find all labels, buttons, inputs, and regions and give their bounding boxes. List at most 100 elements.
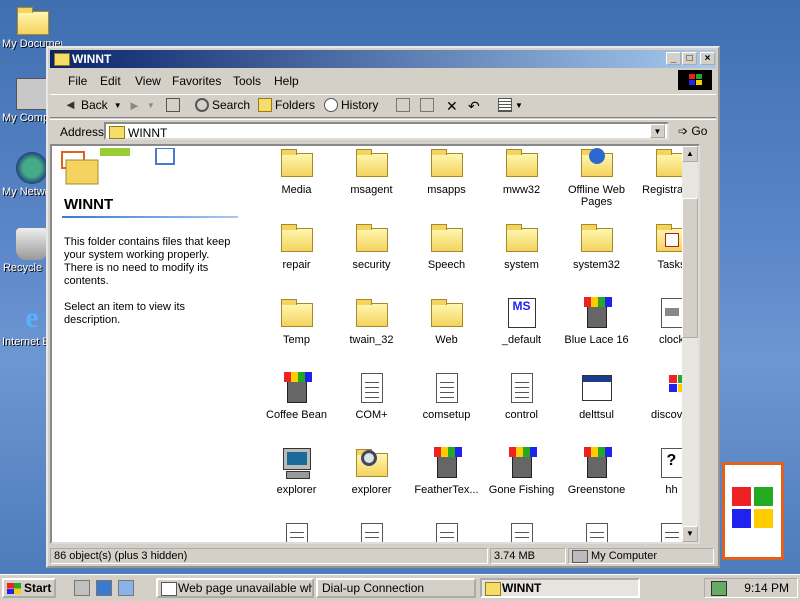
copy-to-button[interactable] (420, 98, 437, 112)
menu-help[interactable]: Help (274, 74, 299, 88)
go-button[interactable]: ➩ Go (678, 124, 707, 138)
explorer-window: WINNT _ □ × File Edit View Favorites Too… (46, 46, 720, 568)
file-item[interactable]: COM+ (334, 371, 409, 421)
file-item[interactable]: twain_32 (334, 296, 409, 346)
file-item[interactable]: mww32 (484, 146, 559, 196)
taskbar-button-dialup[interactable]: Dial-up Connection (316, 578, 476, 598)
file-item[interactable]: security (334, 221, 409, 271)
menu-file[interactable]: File (68, 74, 87, 88)
menu-favorites[interactable]: Favorites (172, 74, 221, 88)
vertical-scrollbar[interactable]: ▲ ▼ (682, 146, 698, 542)
start-button[interactable]: Start (2, 578, 56, 598)
file-item-label: Coffee Bean (266, 409, 327, 421)
forward-dropdown-icon[interactable]: ▼ (147, 101, 155, 110)
file-item[interactable]: system32 (559, 221, 634, 271)
undo-button[interactable]: ↶ (468, 98, 480, 115)
minimize-button[interactable]: _ (666, 52, 681, 65)
search-button[interactable]: Search (195, 98, 250, 112)
address-value: WINNT (128, 126, 168, 140)
folder-icon (109, 126, 125, 139)
file-item[interactable]: explorer (334, 446, 409, 496)
address-bar: Address WINNT ▼ ➩ Go (50, 119, 716, 142)
menu-edit[interactable]: Edit (100, 74, 121, 88)
back-dropdown-icon[interactable]: ▼ (114, 101, 122, 110)
folder-icon (580, 221, 614, 255)
desktop-icon-my-documents[interactable]: My Documents (2, 4, 62, 50)
file-item[interactable]: Speech (409, 221, 484, 271)
views-button[interactable]: ▼ (498, 98, 523, 112)
search-folder-icon (355, 446, 389, 480)
status-size: 3.74 MB (490, 548, 566, 564)
document-icon (430, 521, 464, 542)
up-folder-icon (166, 98, 180, 112)
show-desktop-icon[interactable] (74, 580, 90, 596)
file-item[interactable]: Temp (259, 296, 334, 346)
network-tray-icon[interactable] (711, 581, 727, 596)
internet-explorer-icon[interactable] (96, 580, 112, 596)
outlook-express-icon[interactable] (118, 580, 134, 596)
forward-button[interactable]: ► ▼ (128, 98, 155, 113)
file-item-label: msapps (427, 184, 466, 196)
file-item-label: control (504, 409, 539, 421)
file-item[interactable] (484, 521, 559, 542)
file-item[interactable]: Gone Fishing (484, 446, 559, 496)
scroll-down-button[interactable]: ▼ (682, 526, 698, 542)
file-item[interactable]: msagent (334, 146, 409, 196)
taskbar-button-winnt[interactable]: WINNT (480, 578, 640, 598)
file-item[interactable]: comsetup (409, 371, 484, 421)
file-item[interactable]: Offline Web Pages (559, 146, 634, 208)
file-item-label: FeatherTex... (414, 484, 479, 496)
delete-button[interactable]: ✕ (446, 98, 458, 115)
file-item-label: Web (435, 334, 458, 346)
folders-button[interactable]: Folders (258, 98, 315, 112)
status-object-count: 86 object(s) (plus 3 hidden) (50, 548, 488, 564)
file-item-label: COM+ (355, 409, 388, 421)
close-button[interactable]: × (700, 52, 715, 65)
maximize-button[interactable]: □ (682, 52, 697, 65)
folder-icon (54, 53, 70, 66)
file-item[interactable]: explorer (259, 446, 334, 496)
file-item-label: msagent (350, 184, 393, 196)
scroll-up-button[interactable]: ▲ (682, 146, 698, 162)
file-item[interactable]: delttsul (559, 371, 634, 421)
up-folder-button[interactable] (166, 98, 183, 112)
menu-tools[interactable]: Tools (233, 74, 261, 88)
document-icon (430, 371, 464, 405)
computer-icon (280, 446, 314, 480)
paint-file-icon (430, 446, 464, 480)
file-item[interactable]: repair (259, 221, 334, 271)
file-item[interactable]: Media (259, 146, 334, 196)
file-item[interactable]: FeatherTex... (409, 446, 484, 496)
scroll-thumb[interactable] (682, 198, 698, 338)
file-item[interactable]: MS _default (484, 296, 559, 346)
file-item[interactable] (334, 521, 409, 542)
file-item[interactable]: Greenstone (559, 446, 634, 496)
move-to-button[interactable] (396, 98, 413, 112)
file-item[interactable]: Web (409, 296, 484, 346)
file-item[interactable]: control (484, 371, 559, 421)
taskbar: Start Web page unavailable wh... Dial-up… (0, 574, 800, 601)
file-item[interactable] (409, 521, 484, 542)
clock[interactable]: 9:14 PM (744, 581, 789, 595)
file-item[interactable] (259, 521, 334, 542)
document-icon (355, 521, 389, 542)
taskbar-button-webpage[interactable]: Web page unavailable wh... (156, 578, 314, 598)
title-bar[interactable]: WINNT _ □ × (50, 50, 716, 68)
address-dropdown-button[interactable]: ▼ (650, 124, 665, 138)
file-item[interactable]: Coffee Bean (259, 371, 334, 421)
file-item[interactable] (559, 521, 634, 542)
file-item[interactable]: system (484, 221, 559, 271)
views-dropdown-icon[interactable]: ▼ (515, 101, 523, 110)
menu-view[interactable]: View (135, 74, 161, 88)
history-button[interactable]: History (324, 98, 378, 112)
my-computer-icon (16, 78, 48, 110)
status-zone-label: My Computer (591, 550, 658, 562)
address-input[interactable]: WINNT ▼ (104, 122, 669, 140)
file-item[interactable]: Blue Lace 16 (559, 296, 634, 346)
internet-explorer-icon: e (25, 301, 39, 334)
folder-icon (430, 296, 464, 330)
file-item[interactable]: msapps (409, 146, 484, 196)
back-button[interactable]: ◄ Back ▼ (64, 97, 122, 113)
folder-icon (355, 221, 389, 255)
back-arrow-icon: ◄ (64, 97, 77, 112)
